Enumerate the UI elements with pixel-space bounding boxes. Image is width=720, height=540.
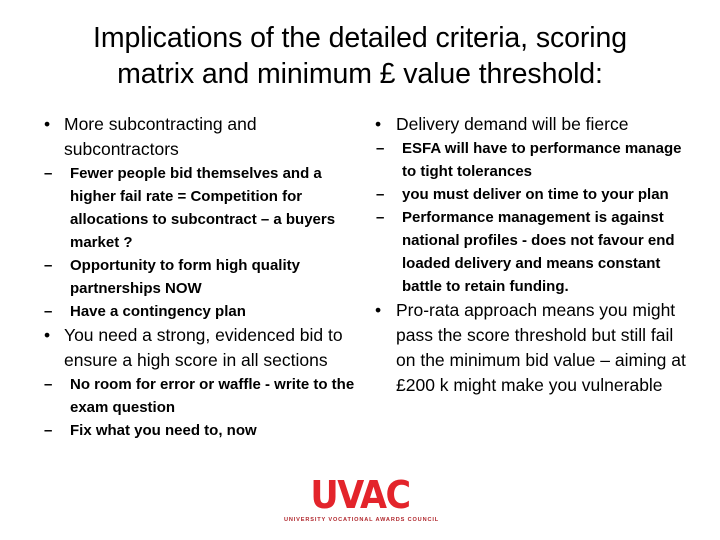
sub-list-item: – No room for error or waffle - write to…	[36, 373, 366, 419]
slide-canvas: Implications of the detailed criteria, s…	[0, 0, 720, 540]
list-item: • You need a strong, evidenced bid to en…	[36, 323, 366, 373]
list-item-label: More subcontracting and subcontractors	[64, 114, 257, 159]
sub-list-item: – Fewer people bid themselves and a high…	[36, 162, 366, 254]
uvac-wordmark: UVAC	[310, 473, 411, 517]
page-title-line-2: matrix and minimum £ value threshold:	[117, 58, 603, 90]
uvac-tagline: UNIVERSITY VOCATIONAL AWARDS COUNCIL	[284, 517, 440, 523]
sub-list-item: – you must deliver on time to your plan	[366, 183, 696, 206]
list-item: • More subcontracting and subcontractors	[36, 112, 366, 162]
sub-bullet-list: – Fewer people bid themselves and a high…	[36, 162, 366, 323]
sub-list-item-label: Fewer people bid themselves and a higher…	[70, 165, 336, 251]
uvac-logo: UVAC UNIVERSITY VOCATIONAL AWARDS COUNCI…	[284, 473, 440, 523]
list-item: • Delivery demand will be fierce	[366, 112, 696, 137]
sub-list-item-label: Opportunity to form high quality partner…	[70, 257, 300, 297]
sub-list-item-label: ESFA will have to performance manage to …	[402, 140, 682, 180]
sub-list-item: – Fix what you need to, now	[36, 419, 366, 442]
sub-list-item-label: Fix what you need to, now	[70, 422, 257, 439]
dash-marker-icon: –	[376, 140, 385, 157]
list-item-label: Pro-rata approach means you might pass t…	[396, 300, 686, 395]
sub-list-wrapper: – No room for error or waffle - write to…	[36, 373, 366, 442]
dash-marker-icon: –	[44, 422, 53, 439]
bullet-list-left: • More subcontracting and subcontractors…	[36, 112, 366, 442]
sub-bullet-list: – No room for error or waffle - write to…	[36, 373, 366, 442]
content-column-left: • More subcontracting and subcontractors…	[36, 112, 366, 442]
sub-list-item-label: you must deliver on time to your plan	[402, 186, 669, 203]
sub-list-item-label: No room for error or waffle - write to t…	[70, 376, 355, 416]
content-column-right: • Delivery demand will be fierce – ESFA …	[366, 112, 696, 398]
sub-list-item-label: Have a contingency plan	[70, 303, 246, 320]
bullet-marker-icon: •	[375, 300, 382, 320]
bullet-list-right: • Delivery demand will be fierce – ESFA …	[366, 112, 696, 398]
sub-list-item: – Have a contingency plan	[36, 300, 366, 323]
sub-list-wrapper: – Fewer people bid themselves and a high…	[36, 162, 366, 323]
sub-list-item: – Performance management is against nati…	[366, 206, 696, 298]
list-item-label: Delivery demand will be fierce	[396, 114, 629, 134]
sub-bullet-list: – ESFA will have to performance manage t…	[366, 137, 696, 298]
slide-body: • More subcontracting and subcontractors…	[0, 112, 720, 482]
bullet-marker-icon: •	[44, 114, 51, 134]
dash-marker-icon: –	[44, 376, 53, 393]
dash-marker-icon: –	[44, 165, 53, 182]
dash-marker-icon: –	[376, 186, 385, 203]
dash-marker-icon: –	[376, 209, 385, 226]
dash-marker-icon: –	[44, 257, 53, 274]
page-title-line-1: Implications of the detailed criteria, s…	[93, 22, 627, 54]
sub-list-item-label: Performance management is against nation…	[402, 209, 675, 295]
dash-marker-icon: –	[44, 303, 53, 320]
sub-list-wrapper: – ESFA will have to performance manage t…	[366, 137, 696, 298]
bullet-marker-icon: •	[44, 325, 51, 345]
list-item-label: You need a strong, evidenced bid to ensu…	[64, 325, 343, 370]
bullet-marker-icon: •	[375, 114, 382, 134]
sub-list-item: – Opportunity to form high quality partn…	[36, 254, 366, 300]
sub-list-item: – ESFA will have to performance manage t…	[366, 137, 696, 183]
page-title: Implications of the detailed criteria, s…	[18, 20, 702, 92]
list-item: • Pro-rata approach means you might pass…	[366, 298, 696, 398]
